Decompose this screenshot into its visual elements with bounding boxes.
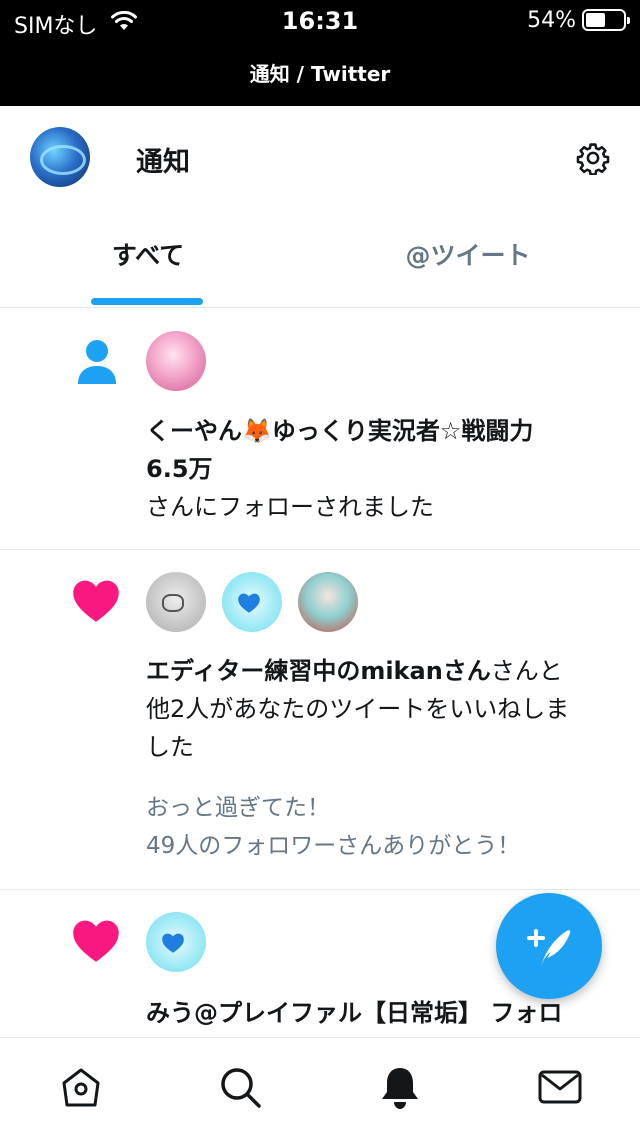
battery-icon bbox=[582, 9, 630, 31]
avatar[interactable] bbox=[298, 572, 358, 632]
compose-tweet-button[interactable] bbox=[496, 893, 602, 999]
notification-text: みう@プレイファル【日常垢】 フォロ bbox=[146, 994, 600, 1032]
avatar-group bbox=[146, 912, 206, 972]
battery-level bbox=[586, 13, 605, 27]
tweet-preview[interactable]: おっと過ぎてた！ 49人のフォロワーさんありがとう！ bbox=[146, 789, 600, 865]
heart-icon bbox=[162, 933, 184, 953]
avatar-group bbox=[146, 331, 206, 391]
notification-like[interactable]: エディター練習中のmikanさんさんと 他2人があなたのツイートをいいねしま し… bbox=[0, 551, 640, 890]
gear-icon[interactable] bbox=[576, 141, 610, 175]
header-title: 通知 bbox=[136, 147, 190, 178]
notification-tabs: すべて @ツイート bbox=[0, 210, 640, 308]
tab-mentions[interactable]: @ツイート bbox=[320, 236, 616, 272]
heart-icon bbox=[73, 580, 119, 622]
user-name[interactable]: みう@プレイファル【日常垢】 フォロ bbox=[146, 999, 562, 1027]
heart-icon bbox=[73, 920, 119, 962]
notification-action: さんにフォローされました bbox=[146, 493, 434, 521]
home-icon[interactable] bbox=[58, 1064, 104, 1110]
notifications-icon[interactable] bbox=[377, 1064, 423, 1110]
notification-follow[interactable]: くーやん🦊ゆっくり実況者☆戦闘力 6.5万 さんにフォローされました bbox=[0, 309, 640, 550]
search-icon[interactable] bbox=[217, 1064, 263, 1110]
tab-all[interactable]: すべて bbox=[0, 236, 296, 272]
status-bar: SIMなし 16:31 54% bbox=[0, 0, 640, 44]
avatar[interactable] bbox=[146, 572, 206, 632]
notifications-header: 通知 bbox=[0, 106, 640, 210]
user-name[interactable]: くーやん🦊ゆっくり実況者☆戦闘力 bbox=[146, 417, 533, 445]
profile-avatar[interactable] bbox=[30, 127, 90, 187]
avatar-group bbox=[146, 572, 358, 632]
notification-text: エディター練習中のmikanさんさんと 他2人があなたのツイートをいいねしま し… bbox=[146, 657, 570, 761]
avatar[interactable] bbox=[222, 572, 282, 632]
page-title: 通知 / Twitter bbox=[249, 62, 391, 86]
browser-title-bar: 通知 / Twitter bbox=[0, 44, 640, 106]
avatar[interactable] bbox=[146, 912, 206, 972]
user-name[interactable]: エディター練習中のmikanさん bbox=[146, 657, 491, 685]
battery-percent: 54% bbox=[527, 8, 576, 33]
user-name-cont[interactable]: 6.5万 bbox=[146, 455, 213, 483]
active-tab-indicator bbox=[91, 298, 203, 305]
messages-icon[interactable] bbox=[537, 1064, 583, 1110]
compose-feather-icon bbox=[527, 929, 571, 966]
person-icon bbox=[78, 340, 116, 384]
avatar[interactable] bbox=[146, 331, 206, 391]
bottom-tab-bar bbox=[0, 1037, 640, 1136]
heart-icon bbox=[238, 593, 260, 613]
notification-text: くーやん🦊ゆっくり実況者☆戦闘力 6.5万 さんにフォローされました bbox=[146, 412, 600, 526]
